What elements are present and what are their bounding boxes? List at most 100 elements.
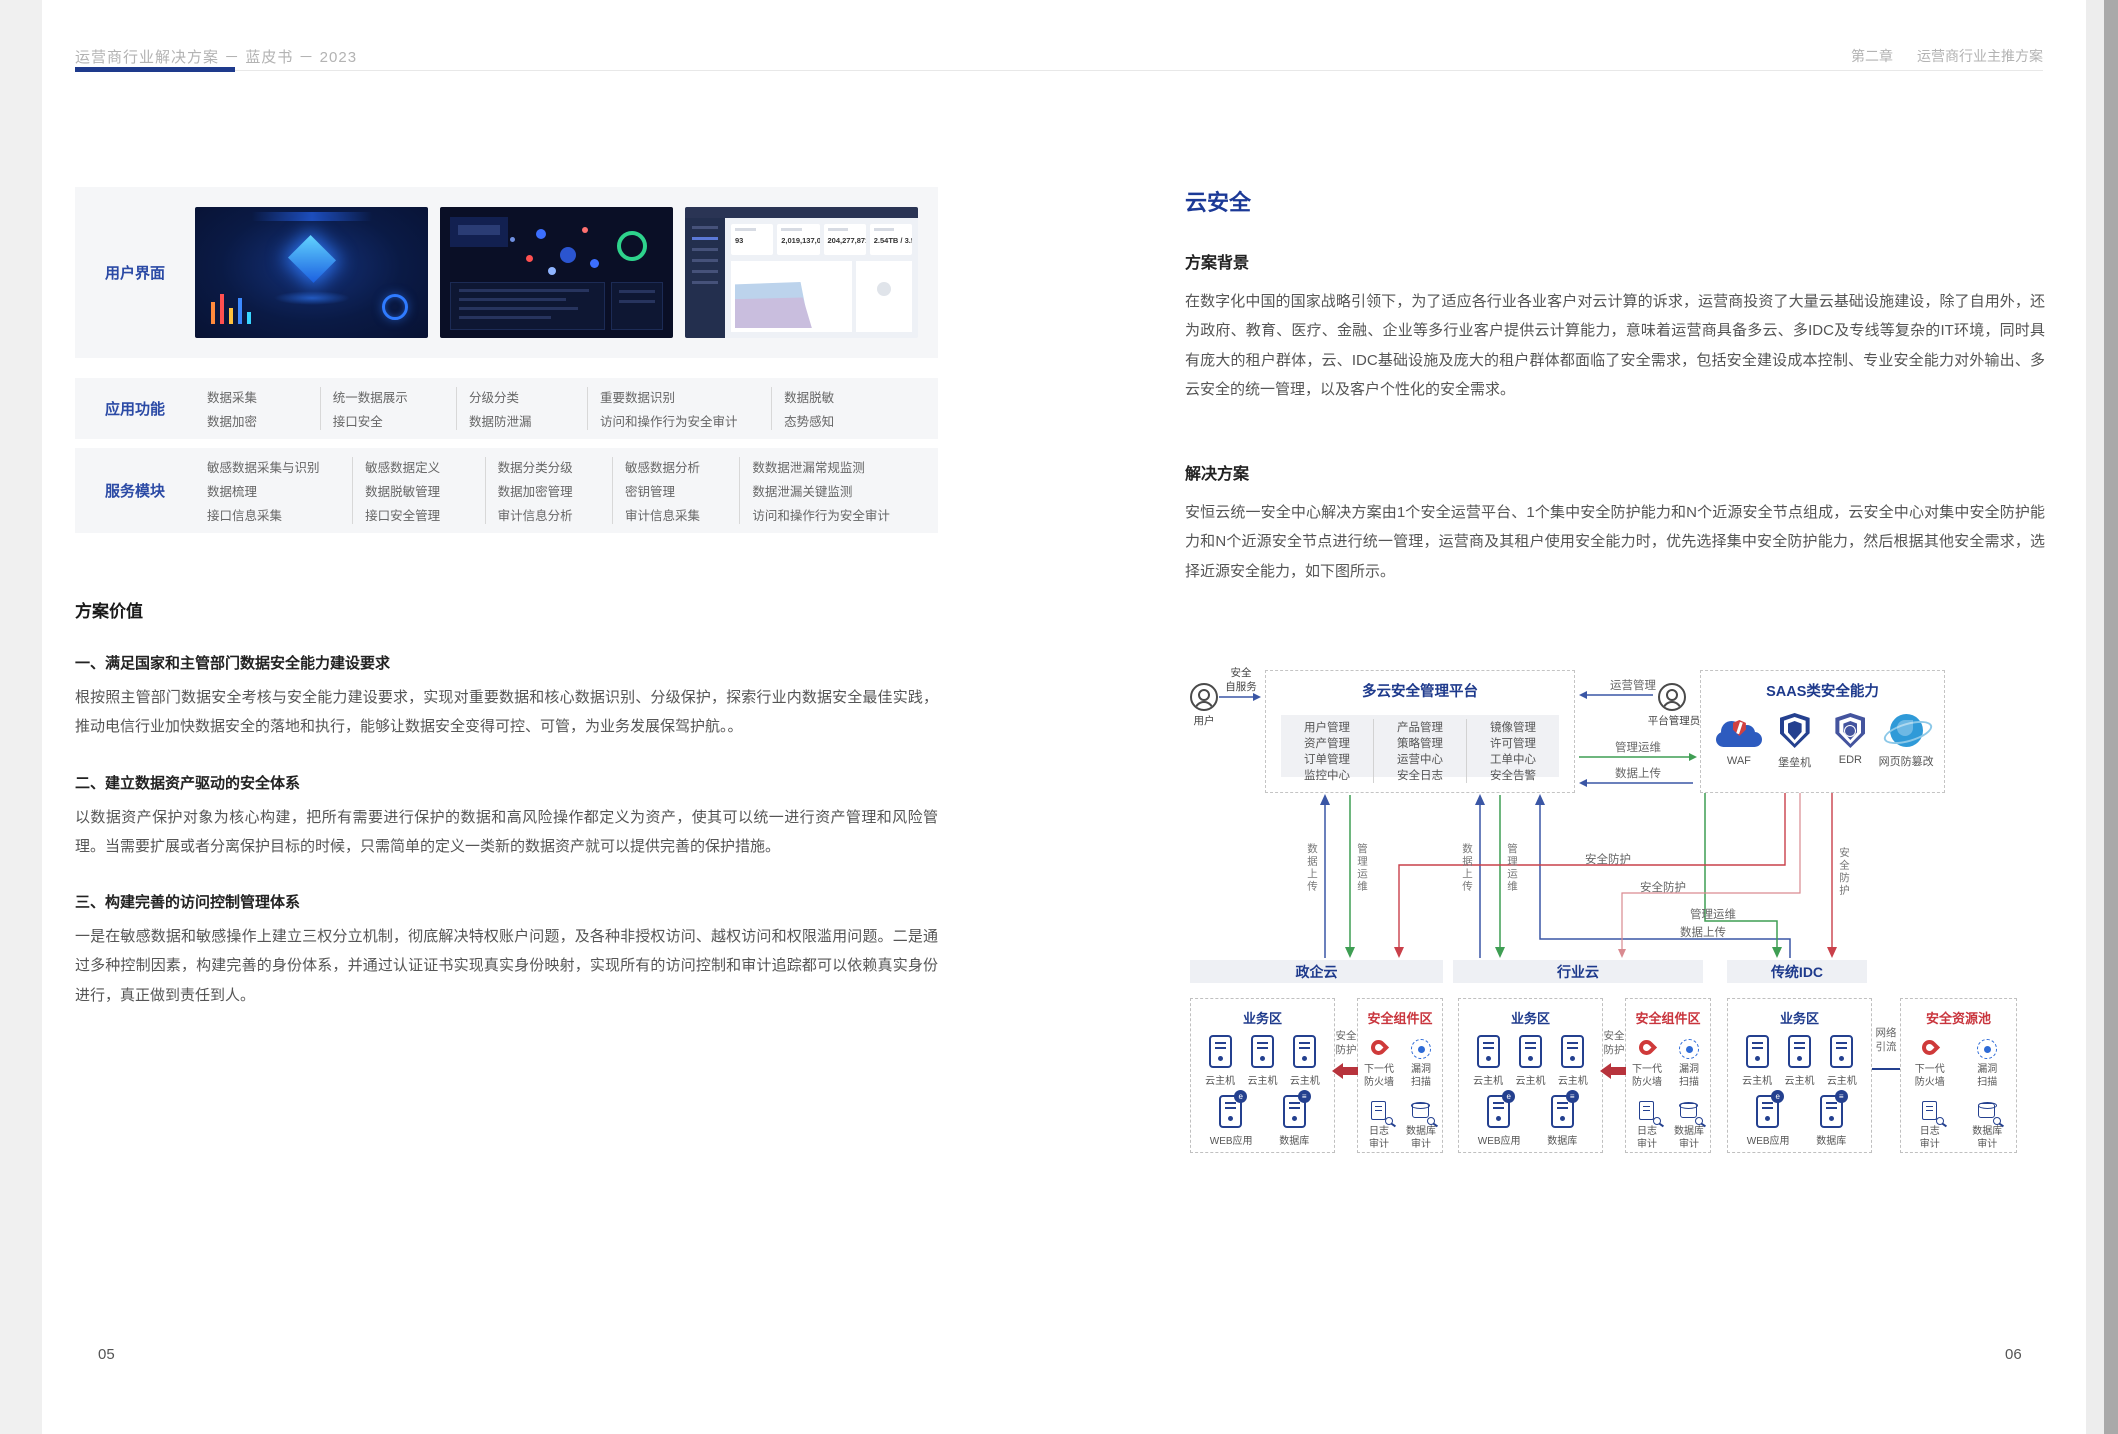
security-resource-pool: 安全资源池 下一代 防火墙 漏洞 扫描 日志 审计 (1900, 998, 2017, 1153)
stat-card: 2,019,137,054 (777, 224, 819, 255)
platform-module: 订单管理 (1281, 751, 1373, 767)
business-zone-2: 业务区 云主机 云主机 (1458, 998, 1603, 1153)
mgmt-vlabel-1: 管理运维 (1355, 843, 1370, 893)
function-item: 数据脱敏 (784, 387, 906, 406)
user-label: 用户 (1185, 715, 1223, 729)
database: ≡ 数据库 (1273, 1095, 1315, 1147)
right-page: 云安全 方案背景 在数字化中国的国家战略引领下，为了适应各行业各业客户对云计算的… (1185, 185, 2045, 1285)
pool-zone-title: 安全资源池 (1901, 1008, 2016, 1027)
vuln-scan-icon (1409, 1037, 1433, 1061)
value-item-1-body: 根按照主管部门数据安全考核与安全能力建设要求，实现对重要数据和核心数据识别、分级… (75, 683, 938, 742)
self-service-label: 安全 自服务 (1219, 667, 1263, 694)
platform-module: 镜像管理 (1466, 719, 1559, 735)
web-antitamper-icon (1890, 714, 1923, 747)
cloud-host: 云主机 (1552, 1035, 1594, 1087)
section-title: 云安全 (1185, 185, 2045, 217)
component-zone-title: 安全组件区 (1358, 1008, 1442, 1027)
scrollbar[interactable] (2104, 0, 2118, 1434)
cloud-host: 云主机 (1509, 1035, 1551, 1087)
chapter-title: 运营商行业主推方案 (1917, 46, 2043, 66)
server-icon: e (1219, 1095, 1242, 1128)
value-item-3-body: 一是在敏感数据和敏感操作上建立三权分立机制，彻底解决特权账户问题，及各种非授权访… (75, 922, 938, 1010)
module-item: 接口安全管理 (365, 505, 473, 524)
server-icon: ≡ (1283, 1095, 1306, 1128)
left-page: 用户界面 (75, 187, 938, 1010)
log-audit-icon (1918, 1099, 1942, 1123)
web-app-label: WEB应用 (1210, 1132, 1252, 1147)
bastion-shield-icon (1780, 713, 1810, 748)
protect-label-2: 安全防护 (1640, 879, 1686, 895)
thumb3-navbar (685, 207, 918, 218)
module-item: 审计信息分析 (498, 505, 600, 524)
database-label: 数据库 (1273, 1132, 1315, 1147)
cloud-host-label: 云主机 (1199, 1072, 1241, 1087)
platform-grid-row: 资产管理 策略管理 许可管理 (1281, 735, 1559, 751)
cloud-host: 云主机 (1284, 1035, 1326, 1087)
thumb2-table (450, 282, 605, 330)
platform-modules-grid: 用户管理 产品管理 镜像管理 资产管理 策略管理 许可管理 订单管理 (1281, 715, 1559, 777)
component-firewall: 下一代 防火墙 (1359, 1037, 1399, 1089)
db-audit-icon (1975, 1099, 1999, 1123)
platform-module: 安全日志 (1373, 767, 1466, 783)
module-item: 敏感数据分析 (625, 457, 727, 476)
saas-title: SAAS类安全能力 (1701, 680, 1944, 701)
module-item: 访问和操作行为安全审计 (752, 505, 906, 524)
protect-gap-label-1: 安全 防护 (1331, 1030, 1361, 1057)
app-row: e WEB应用 ≡ 数据库 (1459, 1095, 1602, 1147)
module-item: 数数据泄漏常规监测 (752, 457, 906, 476)
cloud-host: 云主机 (1199, 1035, 1241, 1087)
ui-row: 用户界面 (75, 187, 938, 358)
component-firewall: 下一代 防火墙 (1910, 1037, 1950, 1089)
value-section-title: 方案价值 (75, 597, 938, 622)
log-audit-icon (1367, 1099, 1391, 1123)
server-icon: e (1487, 1095, 1510, 1128)
dashboard-thumbnail-1 (195, 207, 428, 338)
db-audit-icon (1409, 1099, 1433, 1123)
thumb3-stat-cards: 93 2,019,137,054 204,277,871 (731, 224, 912, 255)
platform-module: 安全告警 (1466, 767, 1559, 783)
component-firewall: 下一代 防火墙 (1627, 1037, 1667, 1089)
module-column: 数据分类分级 数据加密管理 审计信息分析 (485, 457, 612, 524)
solution-body: 安恒云统一安全中心解决方案由1个安全运营平台、1个集中安全防护能力和N个近源安全… (1185, 498, 2045, 586)
platform-module: 策略管理 (1373, 735, 1466, 751)
platform-module: 运营中心 (1373, 751, 1466, 767)
module-item: 接口信息采集 (207, 505, 340, 524)
platform-grid-row: 订单管理 运营中心 工单中心 (1281, 751, 1559, 767)
ui-row-label: 用户界面 (75, 207, 195, 338)
saas-item-label: EDR (1823, 754, 1879, 766)
modules-row: 服务模块 敏感数据采集与识别 数据梳理 接口信息采集 敏感数据定义 数据脱敏管理… (75, 448, 938, 533)
module-item: 数据加密管理 (498, 481, 600, 500)
ops-management-label: 运营管理 (1610, 677, 1656, 693)
cloud-host-label: 云主机 (1284, 1072, 1326, 1087)
app-row: e WEB应用 ≡ 数据库 (1191, 1095, 1334, 1147)
page-number-left: 05 (98, 1346, 115, 1363)
function-item: 数据防泄漏 (469, 411, 575, 430)
stat-card: 204,277,871 (824, 224, 866, 255)
server-icon (1209, 1035, 1232, 1068)
module-column: 敏感数据分析 密钥管理 审计信息采集 (612, 457, 739, 524)
cloud-host: 云主机 (1467, 1035, 1509, 1087)
business-zone-3: 业务区 云主机 云主机 (1727, 998, 1872, 1153)
function-column: 重要数据识别 访问和操作行为安全审计 (587, 387, 771, 430)
thumb2-gauge-ring (617, 231, 647, 261)
platform-admin-icon (1658, 683, 1686, 711)
stat-card-label (781, 228, 802, 231)
security-component-zone-2: 安全组件区 下一代 防火墙 漏洞 扫描 日志 审计 (1625, 998, 1711, 1153)
cloud-host: 云主机 (1778, 1035, 1820, 1087)
platform-grid-row: 监控中心 安全日志 安全告警 (1281, 767, 1559, 783)
stat-card-label (735, 228, 756, 231)
functions-columns: 数据采集 数据加密 统一数据展示 接口安全 分级分类 数据防泄漏 重要 (195, 387, 918, 430)
web-app: e WEB应用 (1210, 1095, 1252, 1147)
module-item: 数据梳理 (207, 481, 340, 500)
business-zone-title: 业务区 (1191, 1008, 1334, 1027)
chapter-number: 第二章 (1851, 46, 1893, 66)
thumb1-3d-core (280, 239, 344, 279)
protect-block-arrow-2 (1600, 1063, 1626, 1079)
header-rule (75, 70, 2043, 71)
upload-vlabel-2: 数据上传 (1460, 843, 1475, 893)
module-column: 敏感数据采集与识别 数据梳理 接口信息采集 (195, 457, 352, 524)
firewall-icon (1367, 1037, 1391, 1061)
platform-module: 监控中心 (1281, 767, 1373, 783)
stat-card-value: 2.54TB / 3.51TB (874, 236, 908, 245)
saas-item-antitamper: 网页防篡改 (1878, 713, 1934, 770)
